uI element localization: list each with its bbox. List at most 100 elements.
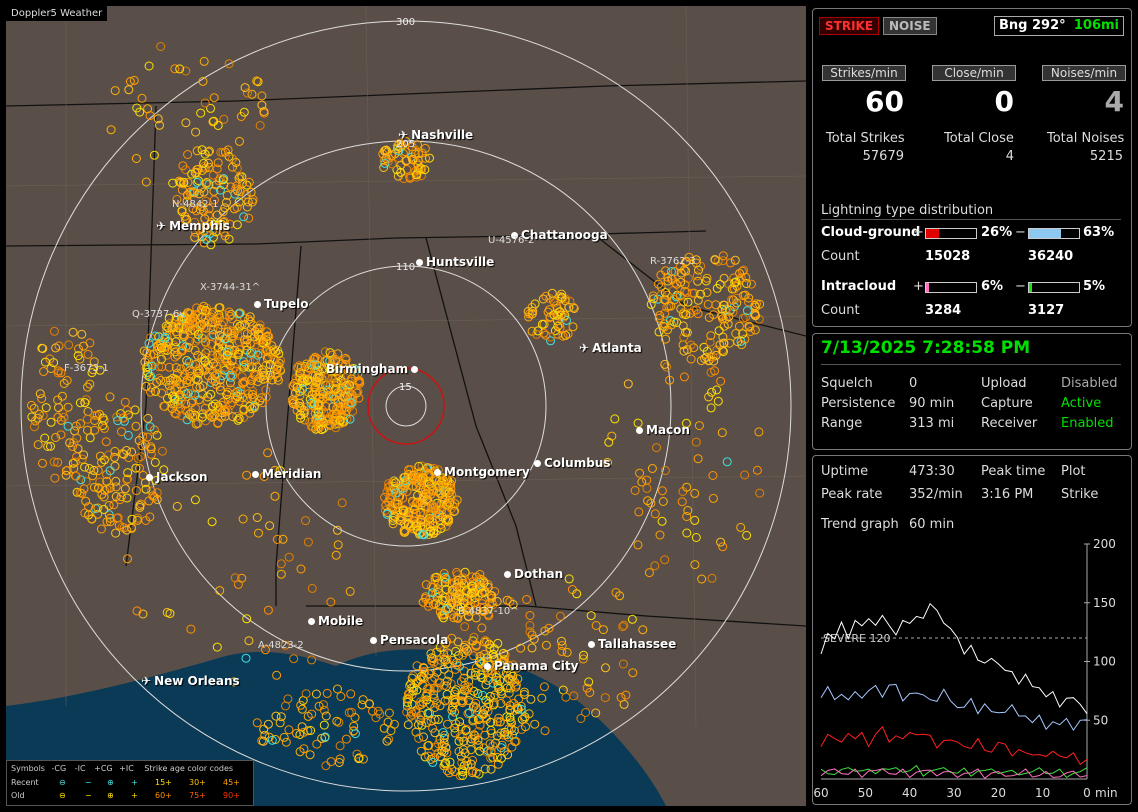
legend-pos-cg: +CG: [94, 764, 113, 773]
strike-marker: [601, 663, 610, 673]
strike-marker: [117, 427, 126, 437]
close-per-min-label: Close/min: [932, 65, 1016, 81]
strike-marker: [68, 327, 78, 337]
legend-age-title: Strike age color codes: [144, 764, 234, 773]
trend-graph: 2001501005060 50 40 30 20 10 0 minSEVERE 120: [813, 537, 1117, 800]
lightning-map[interactable]: Doppler5 Weather 300 205 110 15 ✈ Nashvil…: [6, 6, 806, 806]
legend-recent-row: Recent ⊖ − ⊕ + 15+ 30+ 45+: [11, 778, 240, 787]
city-name: Jackson: [156, 470, 208, 484]
strike-marker: [303, 537, 313, 547]
strike-marker: [104, 501, 114, 510]
strike-marker: [725, 338, 734, 348]
strike-marker: [477, 623, 487, 633]
age-15: 15+: [155, 778, 172, 787]
strike-marker: [77, 329, 87, 339]
strike-marker: [212, 642, 222, 652]
strike-marker: [242, 470, 252, 480]
strike-marker: [656, 270, 666, 280]
strike-marker: [618, 659, 628, 669]
strike-marker: [754, 427, 764, 437]
age-75: 75+: [189, 791, 206, 800]
strike-marker: [568, 322, 578, 332]
city-mobile: Mobile: [308, 614, 363, 628]
noise-button[interactable]: NOISE: [883, 17, 937, 35]
strike-marker: [136, 452, 146, 462]
strike-marker: [83, 349, 93, 359]
age-30: 30+: [189, 778, 206, 787]
status-squelch-2: Upload: [981, 376, 1027, 391]
trend-panel: Uptime 473:30 Peak time Plot Peak rate 3…: [812, 455, 1132, 805]
city-name: Birmingham: [326, 362, 409, 376]
strike-marker: [679, 372, 689, 382]
recent-pos-cg-symbol: ⊕: [107, 778, 114, 787]
storm-cell-label: N-4842-1: [172, 199, 219, 210]
strike-marker: [660, 555, 670, 565]
old-neg-cg-symbol: ⊖: [59, 791, 66, 800]
total-noises-label: Total Noises: [1047, 131, 1125, 146]
strike-marker: [143, 432, 153, 442]
strike-marker: [644, 568, 654, 578]
strike-marker: [742, 530, 752, 540]
strike-marker: [133, 453, 143, 463]
cloud-ground-label: Cloud-ground: [821, 225, 921, 240]
plot-value: Strike: [1061, 487, 1099, 502]
strike-marker: [726, 258, 735, 268]
strike-marker: [717, 428, 727, 438]
city-dot-icon: [434, 469, 441, 476]
city-macon: Macon: [636, 423, 690, 437]
strike-marker: [634, 507, 644, 517]
ic-negative-pct: 5%: [1083, 279, 1106, 294]
strike-marker: [541, 330, 551, 340]
strike-marker: [102, 484, 112, 494]
strike-marker: [598, 625, 608, 635]
ring-label-110: 110: [396, 262, 416, 273]
strike-marker: [29, 422, 39, 432]
recent-neg-cg-symbol: ⊖: [59, 778, 66, 787]
plane-icon: ✈: [141, 674, 152, 688]
strike-marker: [41, 403, 51, 413]
strike-marker: [186, 624, 196, 634]
strike-button[interactable]: STRIKE: [819, 17, 880, 35]
distribution-divider: [821, 219, 1121, 220]
ic-positive-count: 3284: [925, 303, 962, 318]
peak-rate-value: 352/min: [909, 487, 963, 502]
total-close-value: 4: [1005, 149, 1014, 164]
map-canvas[interactable]: [6, 6, 806, 806]
storm-cell-label: R-3762-3: [650, 256, 696, 267]
strike-marker: [647, 464, 657, 473]
strike-marker: [453, 637, 463, 647]
strike-marker: [402, 164, 412, 174]
city-columbus: Columbus: [534, 456, 611, 470]
ic-plus-sign: +: [913, 279, 924, 294]
date-time: 7/13/2025 7:28:58 PM: [821, 338, 1031, 358]
trend-series-2: [820, 725, 1088, 766]
city-dot-icon: [146, 474, 153, 481]
old-pos-ic-symbol: +: [131, 791, 138, 800]
strike-marker: [728, 307, 738, 317]
strike-marker: [654, 327, 664, 337]
strike-marker: [591, 621, 601, 630]
strike-marker: [331, 550, 341, 560]
x-tick-label: 40: [902, 786, 917, 800]
strike-marker: [265, 521, 275, 531]
strike-marker: [691, 437, 701, 447]
strike-marker: [718, 251, 728, 261]
strike-marker: [712, 385, 722, 395]
storm-cell-label: U-4576-2: [488, 235, 535, 246]
strike-marker: [110, 461, 120, 471]
strike-marker: [235, 321, 245, 331]
y-tick-label: 150: [1093, 596, 1116, 610]
noises-per-min-label: Noises/min: [1042, 65, 1126, 81]
strike-marker: [157, 446, 167, 456]
strike-marker: [191, 127, 201, 137]
strike-marker: [246, 187, 256, 197]
strike-marker: [81, 477, 91, 486]
strike-marker: [460, 622, 470, 632]
strike-marker: [326, 597, 336, 607]
x-tick-label: 0: [1083, 786, 1091, 800]
strike-marker: [84, 464, 94, 473]
strike-marker: [633, 540, 643, 550]
x-tick-label: 10: [1035, 786, 1050, 800]
strike-marker: [704, 392, 714, 402]
old-pos-cg-symbol: ⊕: [107, 791, 114, 800]
